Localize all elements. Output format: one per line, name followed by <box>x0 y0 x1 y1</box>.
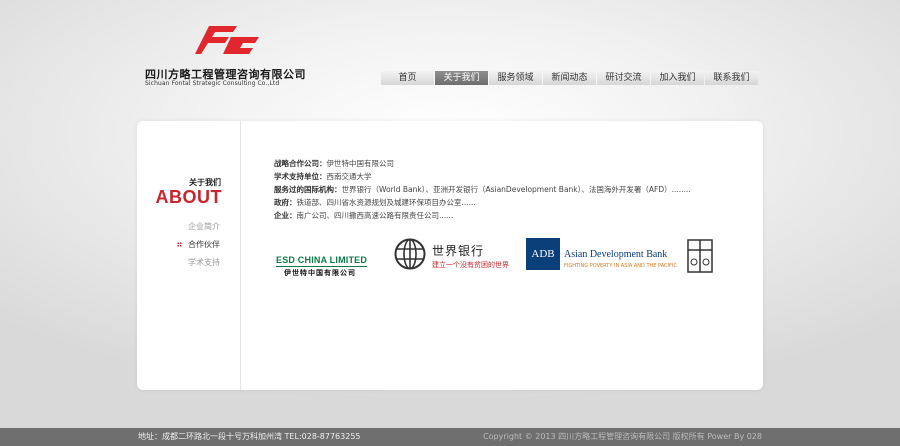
info-line: 服务过的国际机构：世界银行（World Bank）、亚洲开发银行（AsianDe… <box>274 183 734 196</box>
worldbank-title: 世界银行 <box>432 244 485 258</box>
info-label: 企业： <box>274 211 297 220</box>
nav-item-contact[interactable]: 联系我们 <box>705 71 758 85</box>
nav-item-services[interactable]: 服务领域 <box>489 71 542 85</box>
adb-logo[interactable]: ADB Asian Development Bank FIGHTING POVE… <box>526 236 681 276</box>
partners-text: 战略合作公司：伊世特中国有限公司 学术支持单位：西南交通大学 服务过的国际机构：… <box>274 157 734 222</box>
nav-item-news[interactable]: 新闻动态 <box>543 71 596 85</box>
company-logo[interactable]: 四川方略工程管理咨询有限公司 Sichuan Fontal Strategic … <box>145 20 306 90</box>
afd-logo-icon[interactable] <box>686 238 714 274</box>
nav-item-about[interactable]: 关于我们 <box>435 71 488 85</box>
esd-logo[interactable]: ESD CHINA LIMITED 伊世特中国有限公司 <box>276 248 388 276</box>
nav-item-seminars[interactable]: 研讨交流 <box>597 71 650 85</box>
info-label: 政府： <box>274 198 297 207</box>
info-label: 学术支持单位： <box>274 172 327 181</box>
info-line: 企业：南广公司、四川撒西高速公路有限责任公司...... <box>274 209 734 222</box>
info-text: 西南交通大学 <box>326 172 372 181</box>
info-line: 战略合作公司：伊世特中国有限公司 <box>274 157 734 170</box>
footer: 地址：成都二环路北一段十号万科加州湾 TEL:028-87763255 Copy… <box>0 428 900 446</box>
logo-mark-icon <box>195 26 259 54</box>
nav-item-join[interactable]: 加入我们 <box>651 71 704 85</box>
adb-box: ADB <box>526 238 560 270</box>
side-item-intro[interactable]: 企业简介 <box>188 218 220 236</box>
info-text: 南广公司、四川撒西高速公路有限责任公司...... <box>296 211 454 220</box>
globe-icon <box>394 238 426 270</box>
info-line: 政府：铁道部、四川省水资源规划及城建环保项目办公室...... <box>274 196 734 209</box>
worldbank-slogan: 建立一个没有贫困的世界 <box>432 261 509 269</box>
section-title-en: ABOUT <box>155 187 222 207</box>
info-text: 世界银行（World Bank）、亚洲开发银行（AsianDevelopment… <box>341 185 691 194</box>
info-text: 伊世特中国有限公司 <box>326 159 395 168</box>
esd-logo-title: ESD CHINA LIMITED <box>276 255 368 267</box>
adb-title: Asian Development Bank <box>564 249 668 260</box>
content-panel: 关于我们 ABOUT 企业简介 合作伙伴 学术支持 战略合作公司：伊世特中国有限… <box>137 121 763 390</box>
esd-logo-subtitle: 伊世特中国有限公司 <box>284 269 356 276</box>
info-label: 服务过的国际机构： <box>274 185 342 194</box>
info-text: 铁道部、四川省水资源规划及城建环保项目办公室...... <box>296 198 476 207</box>
header: 四川方略工程管理咨询有限公司 Sichuan Fontal Strategic … <box>0 0 900 110</box>
footer-address: 地址：成都二环路北一段十号万科加州湾 TEL:028-87763255 <box>138 432 361 441</box>
section-sidebar: 关于我们 ABOUT 企业简介 合作伙伴 学术支持 <box>137 121 241 390</box>
partner-logos: ESD CHINA LIMITED 伊世特中国有限公司 世界银行 建立一个没有贫… <box>274 236 714 276</box>
nav-item-home[interactable]: 首页 <box>381 71 434 85</box>
info-line: 学术支持单位：西南交通大学 <box>274 170 734 183</box>
section-menu: 企业简介 合作伙伴 学术支持 <box>177 218 220 272</box>
worldbank-logo[interactable]: 世界银行 建立一个没有贫困的世界 <box>394 236 519 276</box>
side-item-partners[interactable]: 合作伙伴 <box>177 236 220 254</box>
footer-copyright: Copyright © 2013 四川方略工程管理咨询有限公司 版权所有 Pow… <box>483 432 762 441</box>
main-nav: 首页 关于我们 服务领域 新闻动态 研讨交流 加入我们 联系我们 <box>381 71 759 85</box>
side-item-academic[interactable]: 学术支持 <box>188 254 220 272</box>
bullet-icon <box>177 242 182 247</box>
side-item-partners-label: 合作伙伴 <box>188 240 220 249</box>
adb-slogan: FIGHTING POVERTY IN ASIA AND THE PACIFIC <box>564 263 677 269</box>
info-label: 战略合作公司： <box>274 159 327 168</box>
company-name-en: Sichuan Fontal Strategic Consulting Co.,… <box>145 80 280 87</box>
